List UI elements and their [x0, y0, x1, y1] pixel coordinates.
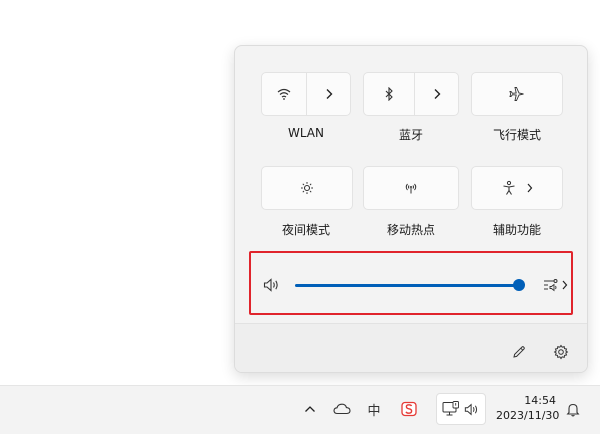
wlan-toggle[interactable]: [262, 73, 307, 115]
clock-time: 14:54: [524, 394, 556, 407]
show-hidden-icons-button[interactable]: [300, 394, 320, 424]
ime-indicator-button[interactable]: 中: [364, 394, 384, 424]
sogou-s-icon: [401, 401, 417, 417]
wifi-icon: [277, 88, 291, 100]
mute-button[interactable]: [261, 273, 283, 297]
bluetooth-icon: [385, 87, 393, 101]
onedrive-button[interactable]: [330, 394, 354, 424]
night-light-icon: [301, 182, 313, 194]
gear-icon: [553, 344, 569, 360]
network-monitor-icon: [442, 401, 459, 416]
settings-button[interactable]: [549, 340, 573, 364]
volume-slider-thumb[interactable]: [513, 279, 525, 291]
chevron-right-icon: [434, 89, 440, 99]
airplane-icon: [509, 87, 524, 101]
wlan-tile[interactable]: [261, 72, 351, 116]
bluetooth-tile[interactable]: [363, 72, 459, 116]
chevron-right-icon: [562, 280, 567, 290]
night-light-label: 夜间模式: [281, 223, 330, 237]
bell-icon: [566, 403, 580, 416]
bluetooth-label: 蓝牙: [398, 128, 423, 142]
speaker-icon: [263, 278, 278, 292]
ime-mode-text: 中: [367, 403, 381, 419]
clock-date: 2023/11/30: [496, 409, 560, 422]
chevron-right-icon: [527, 183, 532, 193]
audio-output-icon: [543, 279, 557, 292]
notification-button[interactable]: [562, 394, 584, 424]
volume-control-highlight: [249, 251, 573, 315]
night-light-tile[interactable]: [261, 166, 353, 210]
bluetooth-toggle[interactable]: [364, 73, 415, 115]
quick-settings-footer: [235, 323, 587, 372]
chevron-right-icon: [326, 89, 332, 99]
airplane-mode-tile[interactable]: [471, 72, 563, 116]
wlan-expand-button[interactable]: [307, 73, 350, 115]
taskbar: 中 14:54 2023/11/30: [0, 385, 600, 434]
sogou-tray-button[interactable]: [398, 394, 420, 424]
chevron-up-icon: [305, 406, 315, 412]
cloud-icon: [333, 403, 351, 415]
accessibility-label: 辅助功能: [492, 223, 541, 237]
mobile-hotspot-tile[interactable]: [363, 166, 459, 210]
accessibility-icon: [502, 180, 515, 195]
audio-output-button[interactable]: [541, 273, 569, 297]
hotspot-icon: [405, 183, 417, 194]
bluetooth-expand-button[interactable]: [415, 73, 458, 115]
edit-quick-settings-button[interactable]: [507, 340, 531, 364]
taskbar-clock[interactable]: 14:54 2023/11/30: [496, 393, 560, 423]
wlan-label: WLAN: [287, 126, 324, 140]
airplane-mode-label: 飞行模式: [492, 128, 541, 142]
volume-slider-track[interactable]: [295, 284, 519, 287]
accessibility-tile[interactable]: [471, 166, 563, 210]
mobile-hotspot-label: 移动热点: [386, 223, 435, 237]
speaker-icon: [464, 403, 478, 416]
quick-settings-panel: WLAN 蓝牙 飞行模式 夜间模式 移动热点 辅助功能: [234, 45, 588, 373]
pencil-icon: [513, 346, 525, 358]
network-volume-tray-button[interactable]: [436, 393, 486, 425]
